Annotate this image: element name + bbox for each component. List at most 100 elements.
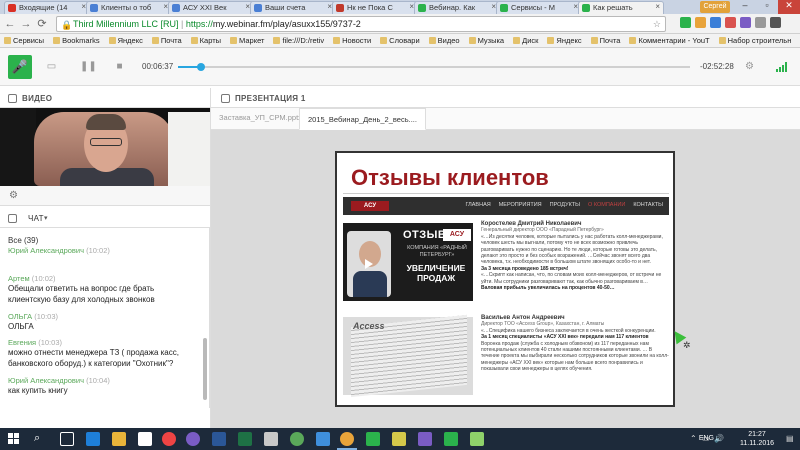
bookmark-item[interactable]: Карты	[190, 36, 221, 45]
bookmark-item[interactable]: Музыка	[468, 36, 504, 45]
stop-icon[interactable]: ■	[114, 61, 125, 72]
app-icon[interactable]	[264, 432, 278, 446]
bookmark-item[interactable]: Набор строительн	[718, 36, 791, 45]
presentation-header: ПРЕЗЕНТАЦИЯ 1	[210, 88, 800, 108]
url-input[interactable]: 🔒 Third Millennium LLC [RU] | https://my…	[56, 16, 666, 32]
chat-time: (10:02)	[86, 246, 110, 255]
bookmark-item[interactable]: Видео	[428, 36, 460, 45]
app-icon[interactable]	[470, 432, 484, 446]
notifications-icon[interactable]: ▤	[786, 434, 794, 443]
collapse-icon[interactable]	[8, 94, 17, 103]
folder-icon[interactable]	[112, 432, 126, 446]
bookmark-item[interactable]: Сервисы	[4, 36, 44, 45]
bookmark-item[interactable]: Яндекс	[108, 36, 143, 45]
bookmark-icon	[190, 37, 198, 44]
windows-start-icon[interactable]	[8, 433, 20, 445]
language-indicator[interactable]: ENG	[699, 435, 714, 442]
app-icon[interactable]	[366, 432, 380, 446]
browser-tab[interactable]: Нк не Пока С ×	[332, 1, 418, 14]
browser-tab-active[interactable]: Как решать ×	[578, 1, 664, 14]
bookmark-item[interactable]: Почта	[151, 36, 182, 45]
back-icon[interactable]: ←	[4, 18, 16, 30]
review-2: Access Васильев Антон Андреевич Директор…	[343, 313, 669, 403]
presentation-tab[interactable]: Заставка_УП_СРМ.pptx	[219, 113, 302, 122]
collapse-icon[interactable]	[8, 214, 17, 223]
presentation-tab-active[interactable]: 2015_Вебинар_День_2_весь....	[299, 108, 426, 130]
task-view-icon[interactable]	[60, 432, 74, 446]
settings-icon[interactable]: ⚙	[744, 61, 755, 72]
extension-icon[interactable]	[725, 17, 736, 28]
secure-label: Third Millennium LLC [RU]	[73, 19, 179, 29]
browser-tab[interactable]: Входящие (14 ×	[4, 1, 90, 14]
bookmark-icon	[108, 37, 116, 44]
close-icon[interactable]: ×	[655, 2, 660, 11]
close-window-icon[interactable]: ✕	[778, 0, 800, 14]
browser-tab[interactable]: Ваши счета ×	[250, 1, 336, 14]
user-badge[interactable]: Сергей	[700, 1, 730, 13]
bookmark-item[interactable]: Почта	[590, 36, 620, 45]
settings-icon[interactable]: ⚙	[8, 190, 19, 201]
chat-time: (10:03)	[38, 338, 62, 347]
volume-icon[interactable]: 🔊	[714, 434, 724, 443]
bookmark-item[interactable]: Яндекс	[547, 36, 582, 45]
microphone-button[interactable]: 🎤	[8, 55, 32, 79]
bookmark-item[interactable]: Новости	[333, 36, 371, 45]
clock[interactable]: 21:27 11.11.2016	[740, 430, 774, 448]
extension-icon[interactable]	[695, 17, 706, 28]
app-icon[interactable]	[316, 432, 330, 446]
chat-scrollbar[interactable]	[203, 338, 207, 400]
site-nav-item: ГЛАВНАЯ	[465, 202, 491, 208]
site-nav: АСУ ГЛАВНАЯ МЕРОПРИЯТИЯ ПРОДУКТЫ О КОМПАНИИ…	[343, 197, 669, 215]
bookmark-icon	[4, 37, 11, 44]
chat-author: ОЛЬГА	[8, 312, 33, 321]
progress-handle[interactable]	[197, 63, 206, 71]
forward-icon[interactable]: →	[20, 18, 32, 30]
extension-icon[interactable]	[680, 17, 691, 28]
app-icon[interactable]	[290, 432, 304, 446]
bookmark-item[interactable]: Комментарии - YouT	[629, 36, 710, 45]
extension-icon[interactable]	[755, 17, 766, 28]
video-label: ВИДЕО	[22, 94, 53, 103]
bookmark-icon	[428, 37, 436, 44]
chevron-up-icon[interactable]: ⌃	[690, 434, 697, 443]
search-icon[interactable]: ⌕	[34, 432, 40, 445]
viber-icon[interactable]	[186, 432, 200, 446]
opera-icon[interactable]	[162, 432, 176, 446]
favicon-icon	[254, 4, 262, 12]
browser-tab-bar: Входящие (14 × Клиенты о тоб × АСУ XXI Век × В…	[0, 0, 800, 14]
chrome-icon[interactable]	[340, 432, 354, 446]
browser-tab[interactable]: Клиенты о тоб ×	[86, 1, 172, 14]
edge-icon[interactable]	[86, 432, 100, 446]
star-icon[interactable]: ☆	[653, 17, 661, 31]
maximize-icon[interactable]: ▫	[756, 0, 778, 14]
screen-icon[interactable]: ▭	[46, 61, 57, 72]
chat-text: ОЛЬГА	[8, 322, 34, 331]
reload-icon[interactable]: ⟳	[36, 18, 48, 30]
store-icon[interactable]	[138, 432, 152, 446]
excel-icon[interactable]	[238, 432, 252, 446]
chevron-down-icon[interactable]: ▾	[44, 214, 48, 222]
minimize-icon[interactable]: –	[734, 0, 756, 14]
app-icon[interactable]	[444, 432, 458, 446]
menu-icon[interactable]	[770, 17, 781, 28]
bookmark-item[interactable]: file:///D:/retiv	[273, 36, 324, 45]
site-nav-item: О КОМПАНИИ	[588, 202, 626, 208]
bookmark-item[interactable]: Словари	[380, 36, 420, 45]
chat-count[interactable]: Все (39)	[8, 236, 38, 245]
extension-icon[interactable]	[710, 17, 721, 28]
browser-tab[interactable]: Сервисы - М ×	[496, 1, 582, 14]
progress-slider[interactable]	[178, 63, 690, 71]
pause-icon[interactable]: ❚❚	[80, 61, 97, 72]
favicon-icon	[582, 4, 590, 12]
browser-tab[interactable]: Вебинар. Как ×	[414, 1, 500, 14]
bookmark-item[interactable]: Маркет	[230, 36, 264, 45]
app-icon[interactable]	[418, 432, 432, 446]
browser-tab[interactable]: АСУ XXI Век ×	[168, 1, 254, 14]
app-icon[interactable]	[392, 432, 406, 446]
bookmark-item[interactable]: Bookmarks	[53, 36, 100, 45]
collapse-icon[interactable]	[221, 94, 230, 103]
viber-icon[interactable]	[740, 17, 751, 28]
address-bar: ← → ⟳ 🔒 Third Millennium LLC [RU] | http…	[0, 14, 800, 34]
bookmark-item[interactable]: Диск	[513, 36, 538, 45]
word-icon[interactable]	[212, 432, 226, 446]
